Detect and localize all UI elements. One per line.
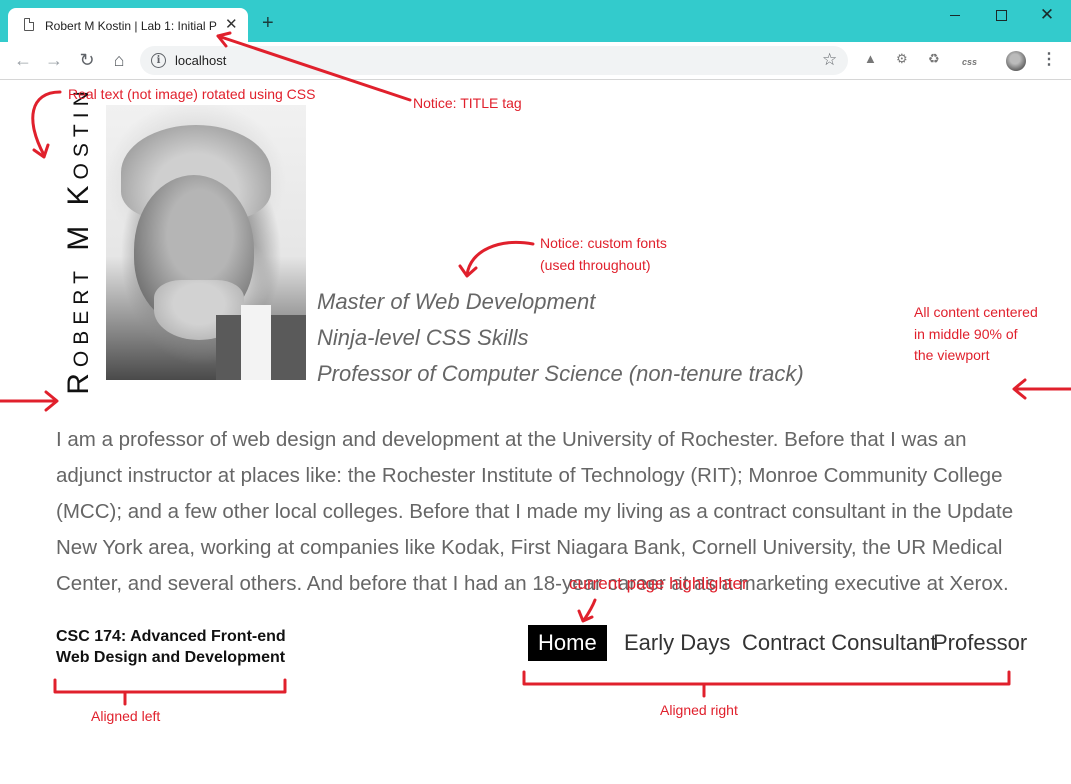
nav-contract-consultant[interactable]: Contract Consultant	[732, 625, 946, 661]
annotation-centered-1: All content centered	[914, 304, 1038, 320]
annotation-rotated-text: Real text (not image) rotated using CSS	[68, 86, 316, 102]
annotation-custom-fonts-2: (used throughout)	[540, 257, 651, 273]
nav-early-days[interactable]: Early Days	[614, 625, 740, 661]
bracket-aligned-right	[522, 670, 1011, 686]
back-arrow-icon[interactable]: ←	[11, 48, 35, 72]
reload-icon[interactable]: ↻	[75, 48, 99, 72]
minimize-button[interactable]	[932, 4, 978, 26]
arrow-custom-fonts	[465, 241, 535, 277]
annotation-highlighter: current page highlighter	[569, 574, 748, 593]
home-icon[interactable]: ⌂	[107, 48, 131, 72]
profile-avatar[interactable]	[1006, 51, 1026, 71]
new-tab-button[interactable]: +	[262, 13, 274, 33]
browser-tab[interactable]: Robert M Kostin | Lab 1: Initial Page ✕	[8, 8, 248, 42]
annotation-centered-2: in middle 90% of	[914, 326, 1018, 342]
document-icon	[24, 18, 34, 31]
bookmark-star-icon[interactable]: ☆	[822, 50, 837, 70]
info-icon[interactable]: i	[151, 53, 166, 68]
nav-home[interactable]: Home	[528, 625, 607, 661]
annotation-centered-3: the viewport	[914, 347, 990, 363]
settings-cog-icon[interactable]: ⚙	[896, 51, 908, 67]
url-text: localhost	[175, 53, 227, 68]
css-icon[interactable]: css	[962, 54, 977, 70]
annotation-aligned-right: Aligned right	[660, 702, 738, 718]
arrow-highlighter	[582, 598, 597, 622]
qualification: Master of Web Development	[317, 289, 596, 314]
profile-photo	[106, 105, 306, 380]
annotation-title-tag: Notice: TITLE tag	[413, 95, 522, 111]
address-bar[interactable]: i localhost ☆	[140, 46, 848, 75]
rotated-name: Robert M Kostin	[62, 85, 95, 395]
nav-professor[interactable]: Professor	[923, 625, 1037, 661]
annotation-aligned-left: Aligned left	[91, 708, 161, 724]
bio-paragraph: I am a professor of web design and devel…	[56, 428, 1014, 595]
bracket-aligned-left	[53, 678, 287, 694]
close-tab-icon[interactable]: ✕	[225, 15, 238, 35]
recycle-icon[interactable]: ♻	[928, 51, 940, 67]
minimize-icon	[950, 15, 960, 16]
course-title: CSC 174: Advanced Front-end Web Design a…	[56, 628, 286, 666]
tab-title: Robert M Kostin | Lab 1: Initial Page	[45, 19, 217, 33]
browser-titlebar: Robert M Kostin | Lab 1: Initial Page ✕ …	[0, 0, 1071, 42]
maximize-button[interactable]	[978, 4, 1024, 26]
annotation-custom-fonts: Notice: custom fonts	[540, 235, 667, 251]
drive-icon[interactable]: ▲	[864, 51, 877, 67]
maximize-icon	[995, 10, 1007, 21]
qualifications-list: Master of Web Development Ninja-level CS…	[317, 284, 804, 392]
window-close-button[interactable]: ✕	[1024, 4, 1070, 26]
arrow-rotated-text	[31, 90, 62, 157]
browser-toolbar: ← → ↻ ⌂ i localhost ☆	[0, 42, 1071, 80]
forward-arrow-icon[interactable]: →	[42, 48, 66, 72]
qualification: Ninja-level CSS Skills	[317, 325, 529, 350]
menu-dots-icon[interactable]: ⋮	[1041, 50, 1057, 70]
qualification: Professor of Computer Science (non-tenur…	[317, 361, 804, 386]
